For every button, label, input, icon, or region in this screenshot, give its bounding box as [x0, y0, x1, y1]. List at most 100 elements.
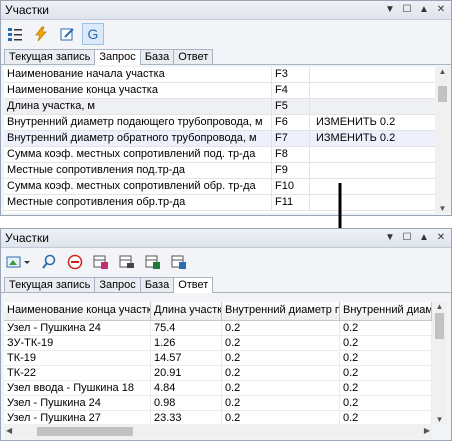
query-row[interactable]: Внутренний диаметр подающего трубопровод…	[4, 115, 435, 131]
answer-horizontal-scrollbar[interactable]: ◀ ▶	[4, 424, 432, 439]
column-header[interactable]: Длина участка, м	[151, 302, 222, 320]
column-header[interactable]: Внутренний диаметр	[340, 302, 432, 320]
field-value[interactable]	[310, 83, 435, 98]
table-settings-button[interactable]	[168, 251, 190, 273]
view-dropdown-button[interactable]	[4, 251, 34, 273]
query-row[interactable]: Сумма коэф. местных сопротивлений под. т…	[4, 147, 435, 163]
field-value[interactable]	[310, 67, 435, 82]
export-button[interactable]	[90, 251, 112, 273]
excel-export-button[interactable]	[142, 251, 164, 273]
table-cell: 0.2	[340, 351, 432, 365]
field-value[interactable]	[310, 195, 435, 210]
table-cell: 0.2	[222, 336, 340, 350]
field-value[interactable]	[310, 179, 435, 194]
field-code: F4	[272, 83, 310, 98]
tab-query[interactable]: Запрос	[94, 49, 141, 65]
fields-list-icon	[8, 28, 22, 41]
field-value[interactable]	[310, 147, 435, 162]
scroll-down-icon[interactable]: ▼	[432, 415, 447, 424]
g-button[interactable]: G	[82, 23, 104, 45]
close-icon[interactable]: ✕	[434, 3, 448, 16]
maximize-icon[interactable]: ☐	[400, 231, 414, 244]
field-name: Местные сопротивления под.тр-да	[4, 163, 272, 178]
table-row[interactable]: Узел - Пушкина 27 23.33 0.2 0.2	[4, 411, 432, 424]
scroll-thumb[interactable]	[435, 313, 444, 339]
print-button[interactable]	[116, 251, 138, 273]
table-cell: 0.2	[222, 366, 340, 380]
field-value[interactable]: ИЗМЕНИТЬ 0.2	[310, 115, 435, 130]
scroll-left-icon[interactable]: ◀	[6, 426, 12, 435]
query-panel-title: Участки	[5, 3, 49, 17]
tab-answer[interactable]: Ответ	[173, 277, 214, 293]
table-cell: 23.33	[151, 411, 222, 424]
query-row[interactable]: Местные сопротивления под.тр-да F9	[4, 163, 435, 179]
table-cell: 75.4	[151, 321, 222, 335]
column-header[interactable]: Наименование конца участка	[4, 302, 151, 320]
collapse-icon[interactable]: ▲	[417, 231, 431, 244]
table-print-icon	[119, 255, 134, 268]
dropdown-icon[interactable]: ▼	[383, 231, 397, 244]
query-panel: Участки ▼ ☐ ▲ ✕ G Текущая запись Запрос …	[0, 0, 452, 216]
table-row[interactable]: Узел - Пушкина 24 75.4 0.2 0.2	[4, 321, 432, 336]
scroll-up-icon[interactable]: ▲	[432, 302, 447, 311]
field-name: Внутренний диаметр обратного трубопровод…	[4, 131, 272, 146]
field-name: Местные сопротивления обр.тр-да	[4, 195, 272, 210]
scroll-up-icon[interactable]: ▲	[435, 67, 450, 76]
query-row[interactable]: Сумма коэф. местных сопротивлений обр. т…	[4, 179, 435, 195]
table-cell: 0.2	[222, 381, 340, 395]
search-icon	[42, 254, 56, 269]
maximize-icon[interactable]: ☐	[400, 3, 414, 16]
fields-list-button[interactable]	[4, 23, 26, 45]
tab-current-record[interactable]: Текущая запись	[4, 49, 96, 64]
tab-query[interactable]: Запрос	[94, 277, 141, 292]
table-cell: 0.2	[222, 321, 340, 335]
field-code: F11	[272, 195, 310, 210]
table-row[interactable]: ТК-22 20.91 0.2 0.2	[4, 366, 432, 381]
field-value[interactable]	[310, 99, 435, 114]
scroll-thumb[interactable]	[438, 86, 447, 102]
field-code: F3	[272, 67, 310, 82]
query-row[interactable]: Длина участка, м F5	[4, 99, 435, 115]
table-cell: ЗУ-ТК-19	[4, 336, 151, 350]
collapse-icon[interactable]: ▲	[417, 3, 431, 16]
query-row[interactable]: Внутренний диаметр обратного трубопровод…	[4, 131, 435, 147]
cancel-button[interactable]	[64, 251, 86, 273]
answer-panel-titlebar: Участки ▼ ☐ ▲ ✕	[1, 229, 451, 248]
lightning-icon	[35, 26, 47, 42]
query-row[interactable]: Местные сопротивления обр.тр-да F11	[4, 195, 435, 211]
field-value[interactable]: ИЗМЕНИТЬ 0.2	[310, 131, 435, 146]
field-code: F9	[272, 163, 310, 178]
table-settings-icon	[171, 255, 186, 269]
dropdown-icon[interactable]: ▼	[383, 3, 397, 16]
scroll-thumb[interactable]	[37, 427, 133, 436]
tab-current-record[interactable]: Текущая запись	[4, 277, 96, 292]
tab-base[interactable]: База	[139, 277, 175, 292]
table-row[interactable]: Узел - Пушкина 24 0.98 0.2 0.2	[4, 396, 432, 411]
answer-vertical-scrollbar[interactable]: ▲ ▼	[432, 302, 447, 424]
close-icon[interactable]: ✕	[434, 231, 448, 244]
field-name: Длина участка, м	[4, 99, 272, 114]
table-cell: 4.84	[151, 381, 222, 395]
field-name: Наименование начала участка	[4, 67, 272, 82]
query-row[interactable]: Наименование начала участка F3	[4, 67, 435, 83]
table-row[interactable]: ЗУ-ТК-19 1.26 0.2 0.2	[4, 336, 432, 351]
answer-toolbar	[1, 248, 451, 276]
table-row[interactable]: ТК-19 14.57 0.2 0.2	[4, 351, 432, 366]
execute-button[interactable]	[30, 23, 52, 45]
query-tabs: Текущая запись Запрос База Ответ	[1, 48, 451, 65]
field-code: F8	[272, 147, 310, 162]
table-cell: 0.2	[340, 396, 432, 410]
scroll-down-icon[interactable]: ▼	[435, 204, 450, 213]
g-icon: G	[87, 26, 99, 42]
table-row[interactable]: Узел ввода - Пушкина 18 4.84 0.2 0.2	[4, 381, 432, 396]
column-header[interactable]: Внутренний диаметр подающего	[222, 302, 340, 320]
search-button[interactable]	[38, 251, 60, 273]
field-value[interactable]	[310, 163, 435, 178]
tab-answer[interactable]: Ответ	[173, 49, 214, 64]
query-row[interactable]: Наименование конца участка F4	[4, 83, 435, 99]
scroll-right-icon[interactable]: ▶	[424, 426, 430, 435]
edit-button[interactable]	[56, 23, 78, 45]
query-vertical-scrollbar[interactable]: ▲ ▼	[435, 67, 450, 213]
table-cell: 1.26	[151, 336, 222, 350]
tab-base[interactable]: База	[139, 49, 175, 64]
